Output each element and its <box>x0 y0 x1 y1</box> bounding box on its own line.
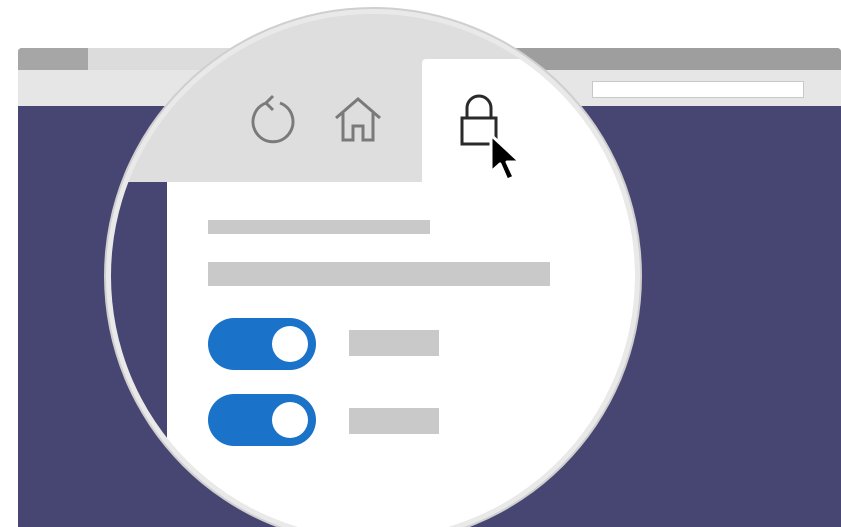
illustration-scene <box>0 0 841 527</box>
mouse-pointer-icon <box>489 133 522 182</box>
page-background <box>111 182 167 527</box>
panel-title-placeholder <box>208 220 430 234</box>
magnifier-lens <box>111 14 635 527</box>
permission-toggle-2[interactable] <box>208 394 316 446</box>
panel-subtitle-placeholder <box>208 262 550 286</box>
refresh-icon[interactable] <box>247 94 299 146</box>
permission-toggle-1[interactable] <box>208 318 316 370</box>
browser-tab[interactable] <box>18 48 88 70</box>
toggle-label-placeholder-1 <box>349 330 439 356</box>
home-icon[interactable] <box>333 96 383 144</box>
toggle-label-placeholder-2 <box>349 408 439 434</box>
toggle-knob <box>272 326 308 362</box>
site-info-button[interactable] <box>422 59 635 182</box>
toggle-knob <box>272 402 308 438</box>
